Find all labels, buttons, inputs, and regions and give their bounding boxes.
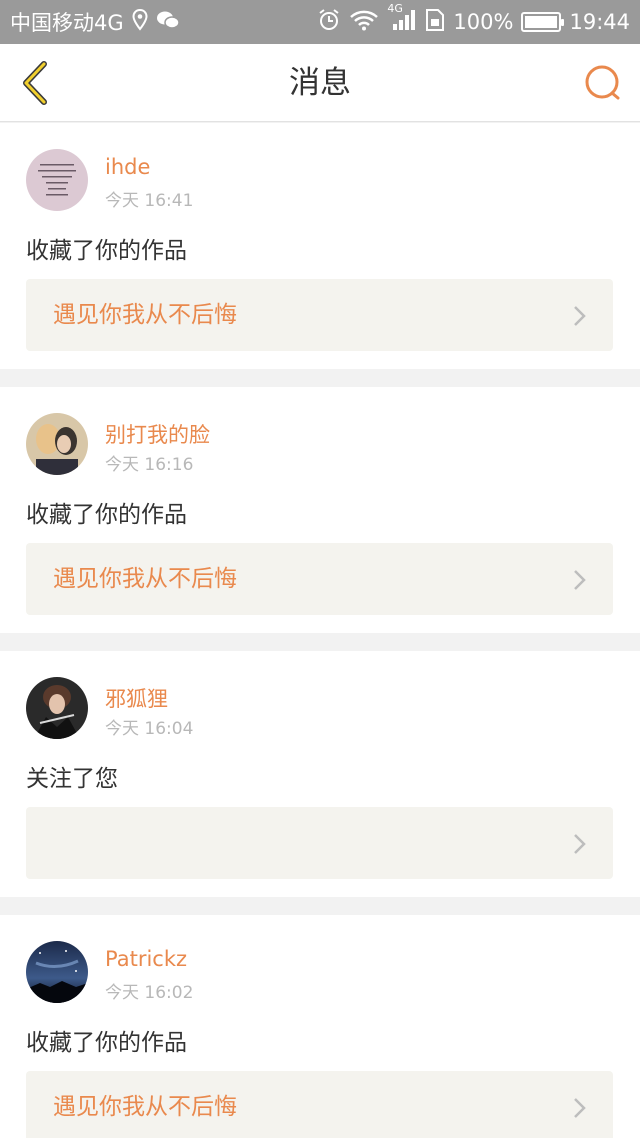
search-icon	[585, 65, 620, 100]
page-title: 消息	[289, 65, 351, 101]
work-title: 遇见你我从不后悔	[53, 1094, 237, 1120]
message-card[interactable]: Patrickz 今天 16:02 收藏了你的作品 遇见你我从不后悔	[0, 915, 640, 1138]
message-action: 收藏了你的作品	[26, 1030, 187, 1056]
message-action: 收藏了你的作品	[26, 502, 187, 528]
work-link[interactable]	[26, 807, 613, 879]
message-action: 关注了您	[26, 766, 118, 792]
chevron-right-icon	[574, 1098, 586, 1118]
sim-icon	[425, 8, 445, 37]
carrier-label: 中国移动4G	[10, 11, 124, 35]
clock: 19:44	[569, 10, 630, 34]
message-card[interactable]: ihde 今天 16:41 收藏了你的作品 遇见你我从不后悔	[0, 123, 640, 369]
chevron-right-icon	[574, 570, 586, 590]
avatar[interactable]	[26, 149, 88, 211]
wechat-icon	[156, 10, 180, 35]
message-action: 收藏了你的作品	[26, 238, 187, 264]
status-bar: 中国移动4G 4G 100% 19:44	[0, 0, 640, 44]
avatar[interactable]	[26, 677, 88, 739]
battery-icon	[521, 12, 565, 32]
sender-name[interactable]: Patrickz	[105, 947, 187, 971]
message-card[interactable]: 邪狐狸 今天 16:04 关注了您	[0, 651, 640, 897]
chevron-right-icon	[574, 306, 586, 326]
avatar[interactable]	[26, 941, 88, 1003]
work-link[interactable]: 遇见你我从不后悔	[26, 543, 613, 615]
app-header: 消息	[0, 44, 640, 122]
battery-percent: 100%	[453, 10, 514, 34]
sender-name[interactable]: 邪狐狸	[105, 683, 168, 713]
wifi-icon	[349, 9, 379, 36]
message-time: 今天 16:04	[105, 719, 194, 739]
sender-name[interactable]: ihde	[105, 155, 150, 179]
search-button[interactable]	[580, 60, 626, 106]
alarm-icon	[317, 8, 341, 37]
signal-icon: 4G	[387, 2, 417, 37]
work-title: 遇见你我从不后悔	[53, 566, 237, 592]
battery-level-fill	[525, 16, 558, 28]
message-time: 今天 16:02	[105, 983, 194, 1003]
message-time: 今天 16:41	[105, 191, 194, 211]
chevron-right-icon	[574, 834, 586, 854]
work-link[interactable]: 遇见你我从不后悔	[26, 1071, 613, 1138]
avatar[interactable]	[26, 413, 88, 475]
network-type-label: 4G	[387, 1, 403, 15]
work-title: 遇见你我从不后悔	[53, 302, 237, 328]
location-icon	[132, 8, 148, 36]
sender-name[interactable]: 别打我的脸	[105, 419, 210, 449]
work-link[interactable]: 遇见你我从不后悔	[26, 279, 613, 351]
message-time: 今天 16:16	[105, 455, 194, 475]
message-card[interactable]: 别打我的脸 今天 16:16 收藏了你的作品 遇见你我从不后悔	[0, 387, 640, 633]
